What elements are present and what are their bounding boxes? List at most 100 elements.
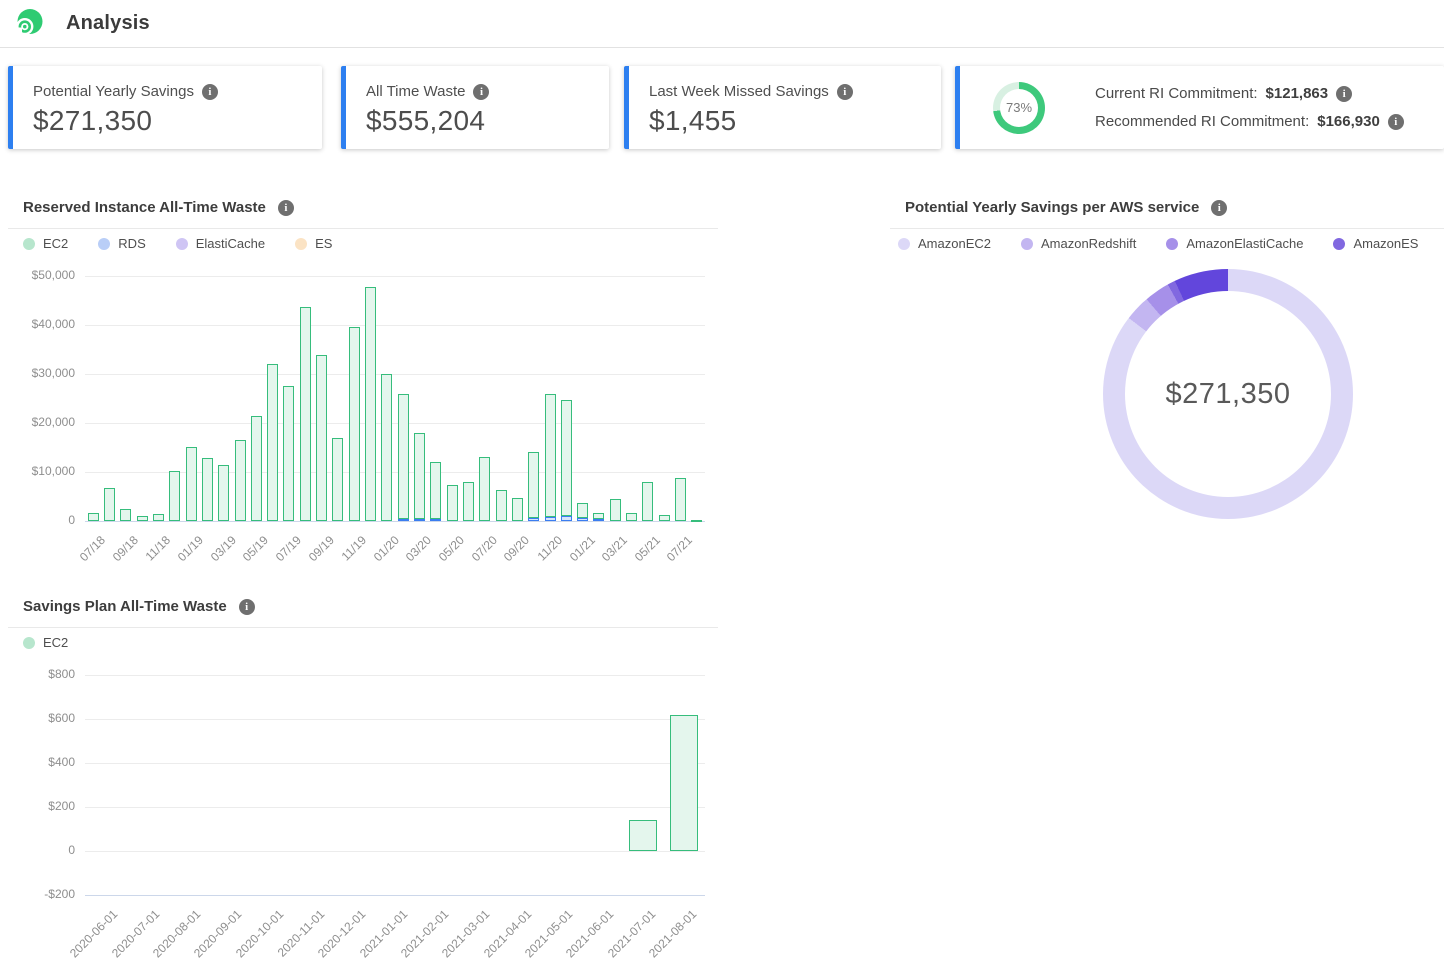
legend-item-AmazonRedshift[interactable]: AmazonRedshift — [1021, 236, 1136, 251]
legend-dot-icon — [898, 238, 910, 250]
legend-dot-icon — [23, 637, 35, 649]
bar-RDS[interactable] — [528, 518, 539, 521]
bar-EC2[interactable] — [381, 374, 392, 521]
bar-EC2[interactable] — [545, 394, 556, 517]
bar-EC2[interactable] — [267, 364, 278, 521]
info-icon[interactable] — [1336, 86, 1352, 102]
divider — [8, 627, 718, 628]
x-axis-tick-label: 11/18 — [143, 533, 174, 564]
bar-RDS[interactable] — [561, 516, 572, 521]
ri-row-label: Current RI Commitment: — [1095, 85, 1258, 102]
donut-chart-legend: AmazonEC2 AmazonRedshift AmazonElastiCache… — [898, 236, 1436, 251]
info-icon[interactable] — [202, 84, 218, 100]
bar-EC2[interactable] — [659, 515, 670, 521]
info-icon[interactable] — [1211, 200, 1227, 216]
legend-item-ElastiCache[interactable]: ElastiCache — [176, 236, 265, 251]
bar-EC2[interactable] — [349, 327, 360, 521]
bar-EC2[interactable] — [561, 400, 572, 516]
bar-EC2[interactable] — [365, 287, 376, 521]
x-axis-tick-label: 03/20 — [403, 533, 434, 564]
info-icon[interactable] — [1388, 114, 1404, 130]
bar-EC2[interactable] — [430, 462, 441, 518]
legend-item-RDS[interactable]: RDS — [98, 236, 145, 251]
bar-EC2[interactable] — [169, 471, 180, 521]
bar-EC2[interactable] — [398, 394, 409, 519]
legend-item-EC2[interactable]: EC2 — [23, 635, 68, 650]
kpi-card-all-time-waste: All Time Waste $555,204 — [341, 66, 609, 149]
bar-EC2[interactable] — [120, 509, 131, 521]
gridline — [85, 675, 705, 676]
gridline — [85, 374, 705, 375]
bar-EC2[interactable] — [528, 452, 539, 517]
y-axis-tick-label: $30,000 — [15, 366, 75, 380]
legend-label: RDS — [118, 236, 145, 251]
bar-EC2[interactable] — [104, 488, 115, 521]
gauge-percent: 73% — [1006, 100, 1032, 115]
bar-EC2[interactable] — [251, 416, 262, 521]
info-icon[interactable] — [837, 84, 853, 100]
spot-logo[interactable] — [12, 8, 44, 40]
legend-label: EC2 — [43, 635, 68, 650]
bar-EC2[interactable] — [137, 516, 148, 521]
bar-EC2[interactable] — [463, 482, 474, 521]
bar-EC2[interactable] — [496, 490, 507, 521]
info-icon[interactable] — [473, 84, 489, 100]
current-ri-commitment-row: Current RI Commitment: $121,863 — [1095, 85, 1404, 102]
y-axis-tick-label: $200 — [15, 799, 75, 813]
bar-RDS[interactable] — [414, 519, 425, 522]
y-axis-tick-label: $800 — [15, 667, 75, 681]
divider — [8, 228, 718, 229]
bar-RDS[interactable] — [593, 519, 604, 521]
x-axis-tick-label: 11/20 — [534, 533, 565, 564]
bar-EC2[interactable] — [629, 820, 657, 851]
kpi-card-ri-commitment: 73% Current RI Commitment: $121,863 Reco… — [955, 66, 1444, 149]
bar-RDS[interactable] — [430, 519, 441, 522]
y-axis-tick-label: $20,000 — [15, 415, 75, 429]
bar-EC2[interactable] — [512, 498, 523, 522]
bar-EC2[interactable] — [283, 386, 294, 521]
bar-RDS[interactable] — [577, 518, 588, 521]
bar-RDS[interactable] — [545, 517, 556, 521]
chart-title: Reserved Instance All-Time Waste — [23, 199, 266, 216]
legend-item-AmazonES[interactable]: AmazonES — [1333, 236, 1418, 251]
info-icon[interactable] — [239, 599, 255, 615]
sp-chart-legend: EC2 — [23, 635, 68, 650]
bar-EC2[interactable] — [675, 478, 686, 521]
bar-EC2[interactable] — [610, 499, 621, 522]
bar-EC2[interactable] — [642, 482, 653, 521]
gridline — [85, 851, 705, 852]
bar-EC2[interactable] — [670, 715, 698, 851]
app-header: Analysis — [0, 0, 1444, 48]
bar-EC2[interactable] — [218, 465, 229, 521]
bar-EC2[interactable] — [235, 440, 246, 521]
legend-item-ES[interactable]: ES — [295, 236, 332, 251]
legend-item-AmazonEC2[interactable]: AmazonEC2 — [898, 236, 991, 251]
y-axis-tick-label: $50,000 — [15, 268, 75, 282]
bar-EC2[interactable] — [593, 513, 604, 518]
gridline — [85, 325, 705, 326]
x-axis-tick-label: 03/19 — [207, 533, 238, 564]
legend-item-EC2[interactable]: EC2 — [23, 236, 68, 251]
bar-EC2[interactable] — [332, 438, 343, 521]
chart-title: Savings Plan All-Time Waste — [23, 598, 227, 615]
bar-EC2[interactable] — [626, 513, 637, 521]
bar-EC2[interactable] — [202, 458, 213, 521]
bar-RDS[interactable] — [398, 519, 409, 522]
page-title: Analysis — [66, 12, 150, 35]
legend-dot-icon — [98, 238, 110, 250]
bar-EC2[interactable] — [479, 457, 490, 521]
savings-donut-chart[interactable]: $271,350 — [1103, 269, 1353, 519]
bar-EC2[interactable] — [186, 447, 197, 522]
bar-EC2[interactable] — [88, 513, 99, 521]
bar-EC2[interactable] — [300, 307, 311, 521]
info-icon[interactable] — [278, 200, 294, 216]
bar-EC2[interactable] — [316, 355, 327, 521]
bar-EC2[interactable] — [153, 514, 164, 521]
y-axis-tick-label: 0 — [15, 513, 75, 527]
bar-EC2[interactable] — [414, 433, 425, 519]
x-axis-tick-label: 07/20 — [468, 533, 499, 564]
bar-EC2[interactable] — [577, 503, 588, 518]
legend-item-AmazonElastiCache[interactable]: AmazonElastiCache — [1166, 236, 1303, 251]
bar-EC2[interactable] — [447, 485, 458, 521]
bar-EC2[interactable] — [691, 520, 702, 522]
